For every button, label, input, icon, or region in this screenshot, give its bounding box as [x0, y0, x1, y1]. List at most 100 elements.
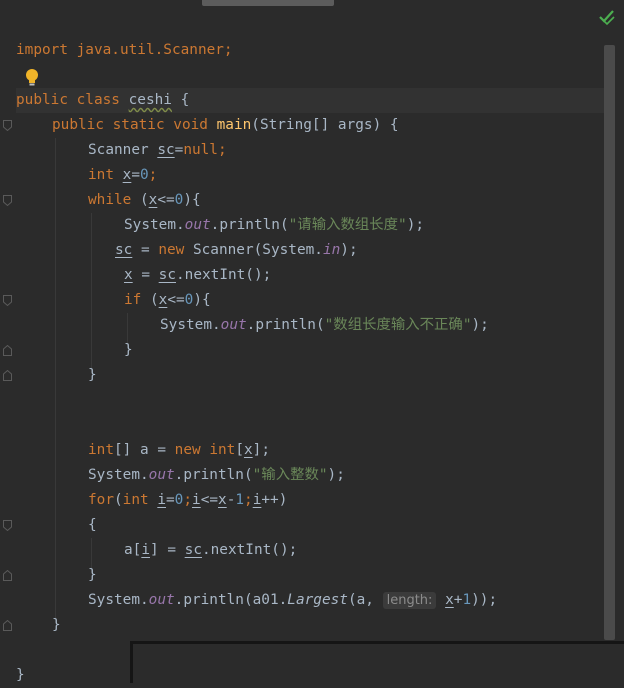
fold-icon[interactable] — [3, 520, 12, 531]
code-line-if[interactable]: if (x<=0){ — [124, 288, 211, 313]
code-keyword: public class — [16, 92, 129, 108]
code-text: [] a = — [114, 442, 175, 458]
code-line-main[interactable]: public static void main(String[] args) { — [52, 113, 399, 138]
code-number: 0 — [140, 167, 149, 183]
code-text: System. — [160, 317, 221, 333]
code-text: ; — [183, 492, 193, 508]
code-line-nextint-x[interactable]: x = sc.nextInt(); — [124, 263, 271, 288]
fold-icon[interactable] — [3, 370, 12, 381]
code-text: (String[] args) { — [251, 117, 399, 133]
code-field: out — [220, 317, 247, 333]
code-line-class[interactable]: public class ceshi { — [16, 88, 189, 113]
code-line-array-assign[interactable]: a[i] = sc.nextInt(); — [124, 538, 297, 563]
code-variable: sc — [115, 242, 133, 258]
fold-icon[interactable] — [3, 345, 12, 356]
bulb-icon[interactable] — [24, 68, 40, 88]
code-text: <= — [200, 492, 219, 508]
code-line-close-main[interactable]: } — [52, 613, 61, 638]
vertical-scrollbar[interactable] — [604, 45, 615, 640]
code-text: ); — [327, 467, 345, 483]
code-line-println-3[interactable]: System.out.println("输入整数"); — [88, 463, 345, 488]
code-text: .println( — [246, 317, 325, 333]
code-keyword: int — [209, 442, 236, 458]
code-variable: i — [141, 542, 150, 558]
code-string: "请输入数组长度" — [288, 217, 407, 233]
code-line-println-largest[interactable]: System.out.println(a01.Largest(a, length… — [88, 588, 497, 613]
code-text: a[ — [124, 542, 142, 558]
code-field: out — [148, 467, 175, 483]
code-text: .println( — [174, 467, 253, 483]
code-number: 1 — [462, 592, 472, 608]
code-number: 1 — [235, 492, 245, 508]
code-text: ){ — [183, 192, 201, 208]
code-string: "数组长度输入不正确" — [324, 317, 472, 333]
code-text: ] = — [150, 542, 185, 558]
fold-icon[interactable] — [3, 620, 12, 631]
code-text: Scanner — [88, 142, 158, 158]
code-line-println-1[interactable]: System.out.println("请输入数组长度"); — [124, 213, 424, 238]
code-text: } — [124, 342, 133, 358]
code-text: .nextInt(); — [176, 267, 272, 283]
code-text: ; — [244, 492, 253, 508]
code-text: Scanner(System. — [192, 242, 323, 258]
code-variable: sc — [158, 267, 176, 283]
code-line-int-x[interactable]: int x=0; — [88, 163, 157, 188]
code-method-name: main — [216, 117, 252, 133]
code-line-println-2[interactable]: System.out.println("数组长度输入不正确"); — [160, 313, 489, 338]
code-text: System. — [88, 467, 149, 483]
code-line-scanner-decl[interactable]: Scanner sc=null; — [88, 138, 227, 163]
code-text: ){ — [193, 292, 211, 308]
code-variable: x — [445, 592, 454, 608]
code-keyword: new — [158, 242, 193, 258]
code-text: ; — [148, 167, 158, 183]
code-text: = — [132, 242, 159, 258]
code-text: [ — [235, 442, 244, 458]
fold-icon[interactable] — [3, 570, 12, 581]
code-keyword: int — [88, 167, 123, 183]
code-line-new-scanner[interactable]: sc = new Scanner(System.in); — [115, 238, 358, 263]
code-text: System. — [124, 217, 185, 233]
inspection-ok-icon[interactable] — [598, 8, 616, 26]
code-text: ( — [141, 292, 159, 308]
code-variable: x — [218, 492, 227, 508]
code-text: } — [16, 667, 25, 683]
tool-window-panel[interactable] — [130, 641, 624, 683]
code-keyword: if — [124, 292, 142, 308]
code-line-while[interactable]: while (x<=0){ — [88, 188, 201, 213]
code-text: ); — [471, 317, 489, 333]
fold-icon[interactable] — [3, 195, 12, 206]
code-keyword: for — [88, 492, 114, 508]
code-method-name: Largest — [287, 592, 348, 608]
code-text: (a, — [347, 592, 383, 608]
indent-guide — [91, 213, 92, 373]
code-line-close-if[interactable]: } — [124, 338, 133, 363]
horizontal-scrollbar-thumb[interactable] — [202, 0, 334, 6]
code-line-array-decl[interactable]: int[] a = new int[x]; — [88, 438, 270, 463]
code-text: } — [88, 367, 97, 383]
code-variable: x — [243, 442, 253, 458]
code-line-import[interactable]: import java.util.Scanner; — [16, 38, 233, 63]
code-text: ; — [217, 142, 227, 158]
code-text: ]; — [252, 442, 270, 458]
code-text: <= — [157, 192, 175, 208]
code-line-close-for[interactable]: } — [88, 563, 97, 588]
code-editor[interactable]: import java.util.Scanner; public class c… — [0, 0, 624, 683]
code-line-close-class[interactable]: } — [16, 663, 25, 688]
code-field: in — [322, 242, 341, 258]
fold-icon[interactable] — [3, 120, 12, 131]
code-line-for[interactable]: for(int i=0;i<=x-1;i++) — [88, 488, 287, 513]
parameter-hint: length: — [382, 592, 437, 609]
code-field: out — [184, 217, 211, 233]
code-line-close-while[interactable]: } — [88, 363, 97, 388]
fold-icon[interactable] — [3, 295, 12, 306]
code-text: ( — [131, 192, 149, 208]
code-text: import java.util.Scanner; — [16, 42, 233, 58]
code-string: "输入整数" — [252, 467, 328, 483]
code-text: = — [166, 492, 175, 508]
code-line-open-for[interactable]: { — [88, 513, 97, 538]
code-text: { — [88, 517, 97, 533]
code-text: ++) — [261, 492, 288, 508]
code-text: .println(a01. — [174, 592, 288, 608]
code-keyword: while — [88, 192, 132, 208]
code-text: )); — [471, 592, 498, 608]
